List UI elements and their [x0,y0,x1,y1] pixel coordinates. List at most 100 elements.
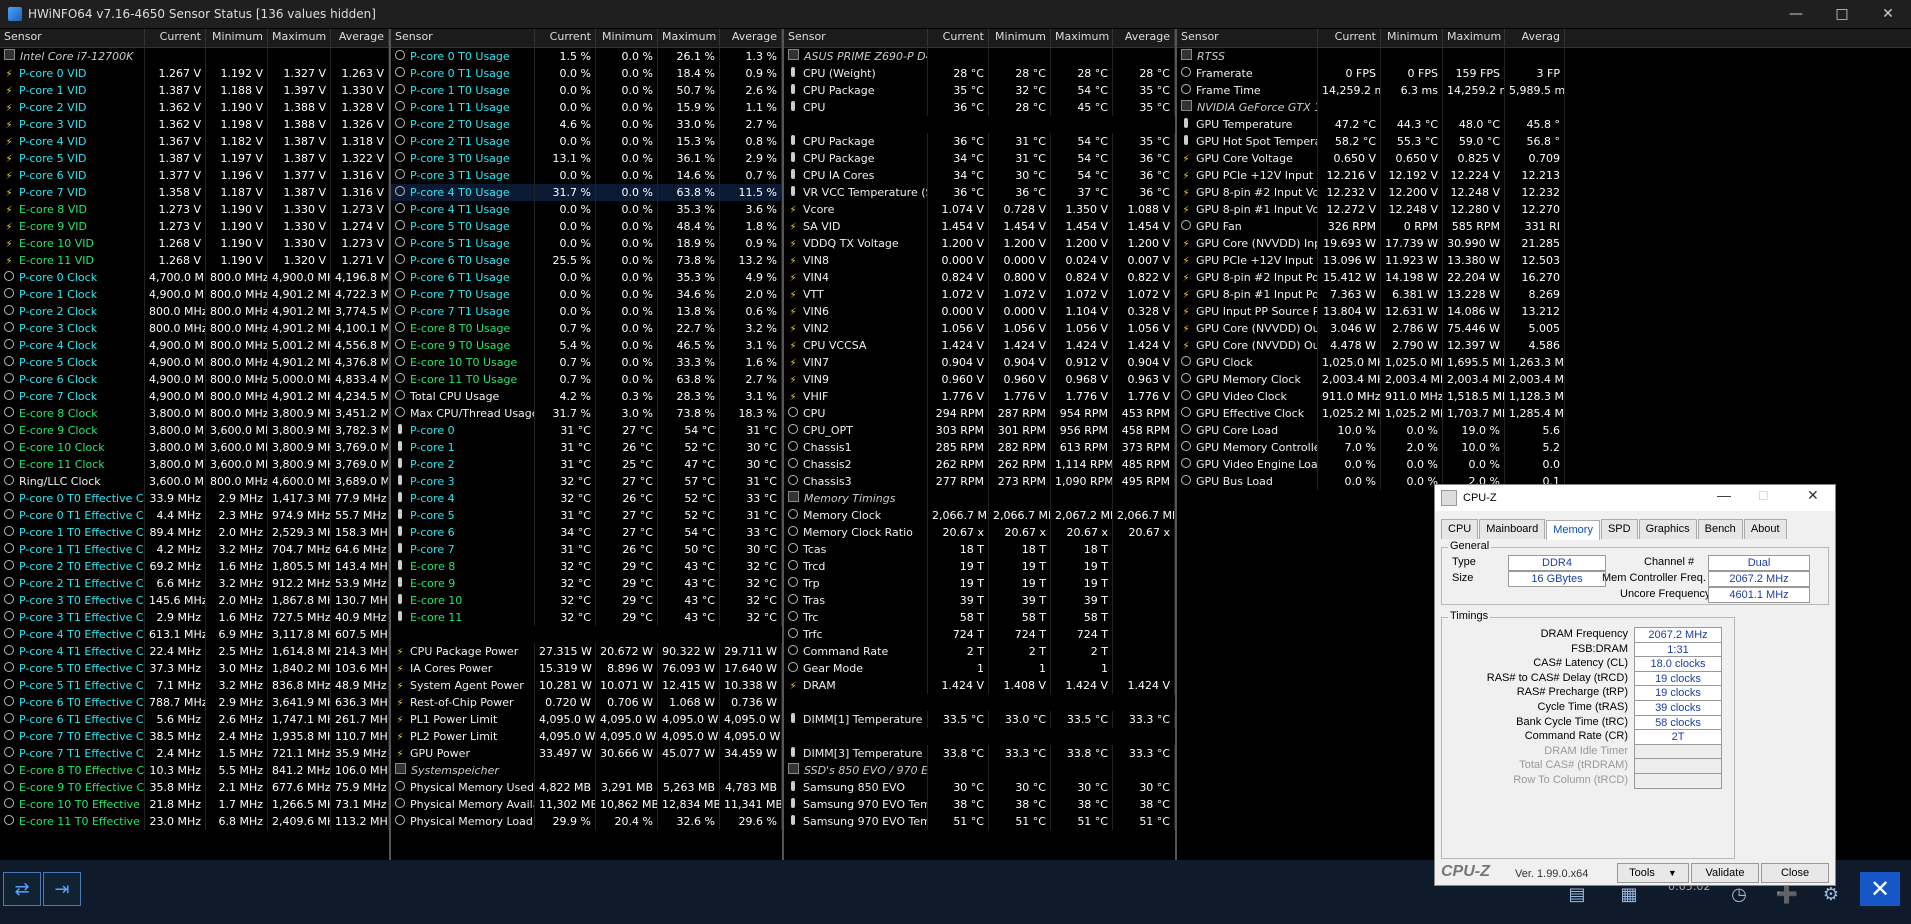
close-icon[interactable]: ✕ [1860,872,1900,906]
sensor-row[interactable]: P-core 0 T1 Usage 0.0 % 0.0 % 18.4 % 0.9 % [391,65,782,82]
header-sensor[interactable]: Sensor [784,29,928,47]
sensor-row[interactable]: Physical Memory Available11,302 MB10,862… [391,796,782,813]
cpuz-window[interactable]: CPU-Z — □ ✕ CPU Mainboard Memory SPD Graphic… [1434,484,1836,886]
maximize-button[interactable]: □ [1819,0,1865,28]
tab-memory[interactable]: Memory [1546,520,1600,540]
sensor-row[interactable]: E-core 10 T0 Effective Clock21.8 MHz1.7 … [0,796,389,813]
sensor-row[interactable]: P-core 2 T0 Effective Clock69.2 MHz1.6 M… [0,558,389,575]
header-average[interactable]: Average [331,29,389,47]
sensor-row[interactable]: P-core 5 T1 Usage 0.0 % 0.0 % 18.9 % 0.9 % [391,235,782,252]
tab-about[interactable]: About [1743,519,1787,539]
sensor-row[interactable]: Framerate 0 FPS 0 FPS 159 FPS 3 FP [1177,65,1911,82]
sensor-row[interactable]: P-core 2 T1 Usage 0.0 % 0.0 % 15.3 % 0.8 % [391,133,782,150]
sensor-row[interactable]: ⚡ GPU PCIe +12V Input Power13.096 W11.923… [1177,252,1911,269]
sensor-row[interactable]: CPU Package 36 °C 31 °C 54 °C 35 °C [784,133,1175,150]
sensor-row[interactable]: ⚡ GPU 8-pin #1 Input Power7.363 W6.381 W1… [1177,286,1911,303]
sensor-row[interactable]: P-core 7 T0 Effective Clock38.5 MHz2.4 M… [0,728,389,745]
sensor-row[interactable]: ⚡ VIN4 0.824 V 0.800 V 0.824 V 0.822 V [784,269,1175,286]
sensor-row[interactable]: P-core 3 32 °C 27 °C 57 °C 31 °C [391,473,782,490]
sensor-row[interactable]: P-core 7 Clock 4,900.0 MHz800.0 MHz4,901.… [0,388,389,405]
sensor-row[interactable]: P-core 6 34 °C 27 °C 54 °C 33 °C [391,524,782,541]
sensor-row[interactable]: CPU 294 RPM 287 RPM 954 RPM 453 RPM [784,405,1175,422]
sensor-row[interactable]: P-core 3 T1 Effective Clock2.9 MHz1.6 MH… [0,609,389,626]
sensor-row[interactable]: ⚡ GPU Core (NVVDD) Output P...4.478 W2.79… [1177,337,1911,354]
sensor-row[interactable]: ⚡ GPU Core (NVVDD) Output P...3.046 W2.78… [1177,320,1911,337]
sensor-row[interactable]: ⚡ E-core 8 VID 1.273 V 1.190 V 1.330 V 1.273 … [0,201,389,218]
sensor-panel-2[interactable]: Sensor Current Minimum Maximum Average P-core… [391,29,784,860]
sensor-row[interactable]: ⚡ E-core 11 VID 1.268 V 1.190 V 1.320 V 1.271… [0,252,389,269]
sensor-row[interactable]: ⚡ VIN6 0.000 V 0.000 V 1.104 V 0.328 V [784,303,1175,320]
sensor-row[interactable]: Frame Time14,259.2 ms6.3 ms14,259.2 ms5,… [1177,82,1911,99]
sensor-row[interactable]: Samsung 850 EVO 30 °C 30 °C 30 °C 30 °C [784,779,1175,796]
sensor-row[interactable]: P-core 6 T1 Usage 0.0 % 0.0 % 35.3 % 4.9 % [391,269,782,286]
sensor-row[interactable]: P-core 6 T0 Usage 25.5 % 0.0 % 73.8 % 13.2 % [391,252,782,269]
sensor-row[interactable]: Chassis1 285 RPM 282 RPM 613 RPM 373 RPM [784,439,1175,456]
sensor-row[interactable]: P-core 6 Clock 4,900.0 MHz800.0 MHz5,000.… [0,371,389,388]
sensor-row[interactable]: P-core 7 T1 Effective Clock2.4 MHz1.5 MH… [0,745,389,762]
sensor-group-row[interactable]: Memory Timings [784,490,1175,507]
sensor-row[interactable] [784,728,1175,745]
sensor-group-row[interactable]: Systemspeicher [391,762,782,779]
sensor-row[interactable]: P-core 0 Clock 4,700.0 MHz800.0 MHz4,900.… [0,269,389,286]
sensor-row[interactable]: GPU Temperature 47.2 °C 44.3 °C 48.0 °C 45.8… [1177,116,1911,133]
sensor-row[interactable]: ⚡ VIN8 0.000 V 0.000 V 0.024 V 0.007 V [784,252,1175,269]
sensor-group-row[interactable]: RTSS [1177,48,1911,65]
sensor-row[interactable]: VR VCC Temperature (SVID)36 °C36 °C37 °C… [784,184,1175,201]
sensor-row[interactable]: CPU_OPT 303 RPM 301 RPM 956 RPM 458 RPM [784,422,1175,439]
sensor-row[interactable]: Trc 58 T 58 T 58 T [784,609,1175,626]
sensor-row[interactable]: CPU Package 35 °C 32 °C 54 °C 35 °C [784,82,1175,99]
sensor-row[interactable]: ⚡ VIN2 1.056 V 1.056 V 1.056 V 1.056 V [784,320,1175,337]
header-minimum[interactable]: Minimum [1381,29,1443,47]
sensor-row[interactable]: ⚡ E-core 9 VID 1.273 V 1.190 V 1.330 V 1.274 … [0,218,389,235]
sensor-row[interactable]: Trp 19 T 19 T 19 T [784,575,1175,592]
sensor-panel-1[interactable]: Sensor Current Minimum Maximum Average Intel … [0,29,391,860]
sensor-row[interactable]: E-core 11 T0 Effective Clock23.0 MHz6.8 … [0,813,389,830]
sensor-row[interactable]: E-core 9 32 °C 29 °C 43 °C 32 °C [391,575,782,592]
sensor-row[interactable]: CPU IA Cores 34 °C 30 °C 54 °C 36 °C [784,167,1175,184]
header-current[interactable]: Current [928,29,989,47]
sensor-row[interactable]: P-core 6 T0 Effective Clock788.7 MHz2.9 … [0,694,389,711]
header-maximum[interactable]: Maximum [658,29,720,47]
sensor-row[interactable]: ⚡ P-core 4 VID 1.367 V 1.182 V 1.387 V 1.318 … [0,133,389,150]
minimize-button[interactable]: — [1773,0,1819,28]
header-maximum[interactable]: Maximum [268,29,331,47]
sensor-row[interactable]: ⚡ CPU VCCSA 1.424 V 1.424 V 1.424 V 1.424 V [784,337,1175,354]
sensor-row[interactable]: ⚡ DRAM 1.424 V 1.408 V 1.424 V 1.424 V [784,677,1175,694]
sensor-row[interactable]: CPU Package 34 °C 31 °C 54 °C 36 °C [784,150,1175,167]
sensor-row[interactable]: P-core 0 T1 Effective Clock4.4 MHz2.3 MH… [0,507,389,524]
sensor-row[interactable]: ⚡ VTT 1.072 V 1.072 V 1.072 V 1.072 V [784,286,1175,303]
sensor-row[interactable]: P-core 4 Clock 4,900.0 MHz800.0 MHz5,001.… [0,337,389,354]
sensor-row[interactable]: E-core 9 T0 Usage 5.4 % 0.0 % 46.5 % 3.1 % [391,337,782,354]
sensor-row[interactable]: GPU Effective Clock 1,025.2 MHz1,025.2 MH… [1177,405,1911,422]
sensor-row[interactable]: DIMM[3] Temperature (BAN...33.8 °C33.3 °… [784,745,1175,762]
sensor-row[interactable]: ⚡ Rest-of-Chip Power 0.720 W 0.706 W 1.068 W… [391,694,782,711]
sensor-row[interactable]: ⚡ P-core 2 VID 1.362 V 1.190 V 1.388 V 1.328 … [0,99,389,116]
sensor-row[interactable]: P-core 3 Clock 800.0 MHz 800.0 MHz 4,901.2 … [0,320,389,337]
tab-graphics[interactable]: Graphics [1638,519,1697,539]
sensor-row[interactable]: Trfc 724 T 724 T 724 T [784,626,1175,643]
sensor-row[interactable]: P-core 7 T0 Usage 0.0 % 0.0 % 34.6 % 2.0 % [391,286,782,303]
sensor-row[interactable]: ⚡ P-core 6 VID 1.377 V 1.196 V 1.377 V 1.316 … [0,167,389,184]
sensor-row[interactable]: ⚡ GPU PCIe +12V Input Voltage12.216 V12.1… [1177,167,1911,184]
header-minimum[interactable]: Minimum [206,29,268,47]
sensor-row[interactable]: Command Rate 2 T2 T2 T [784,643,1175,660]
header-current[interactable]: Current [535,29,596,47]
sensor-row[interactable]: P-core 7 T1 Usage 0.0 % 0.0 % 13.8 % 0.6 % [391,303,782,320]
header-average[interactable]: Average [720,29,782,47]
sensor-row[interactable]: Memory Clock Ratio 20.67 x 20.67 x 20.67 x2… [784,524,1175,541]
sensor-row[interactable]: GPU Memory Controller Load7.0 %2.0 %10.0… [1177,439,1911,456]
sensor-row[interactable]: P-core 7 31 °C 26 °C 50 °C 30 °C [391,541,782,558]
sensor-group-row[interactable]: NVIDIA GeForce GTX 1070 [1177,99,1911,116]
sensor-row[interactable]: ⚡ GPU Power 33.497 W 30.666 W 45.077 W 34.459… [391,745,782,762]
sensor-row[interactable]: P-core 1 T1 Effective Clock4.2 MHz3.2 MH… [0,541,389,558]
sensor-row[interactable]: Gear Mode 1 1 1 [784,660,1175,677]
tab-spd[interactable]: SPD [1600,519,1638,539]
sensor-row[interactable]: ⚡ Vcore 1.074 V 0.728 V 1.350 V 1.088 V [784,201,1175,218]
sensor-row[interactable]: ⚡ CPU Package Power 27.315 W 20.672 W 90.322… [391,643,782,660]
sensor-row[interactable]: P-core 3 T0 Usage 13.1 % 0.0 % 36.1 % 2.9 % [391,150,782,167]
sensor-row[interactable]: P-core 4 T0 Usage 31.7 % 0.0 % 63.8 % 11.5 % [391,184,782,201]
sensor-row[interactable]: Physical Memory Load 29.9 % 20.4 % 32.6 % 29… [391,813,782,830]
tab-mainboard[interactable]: Mainboard [1479,519,1546,539]
sensor-row[interactable]: E-core 11 T0 Usage 0.7 % 0.0 % 63.8 % 2.7 % [391,371,782,388]
sensor-row[interactable]: E-core 8 Clock 3,800.0 MHz800.0 MHz3,800.… [0,405,389,422]
